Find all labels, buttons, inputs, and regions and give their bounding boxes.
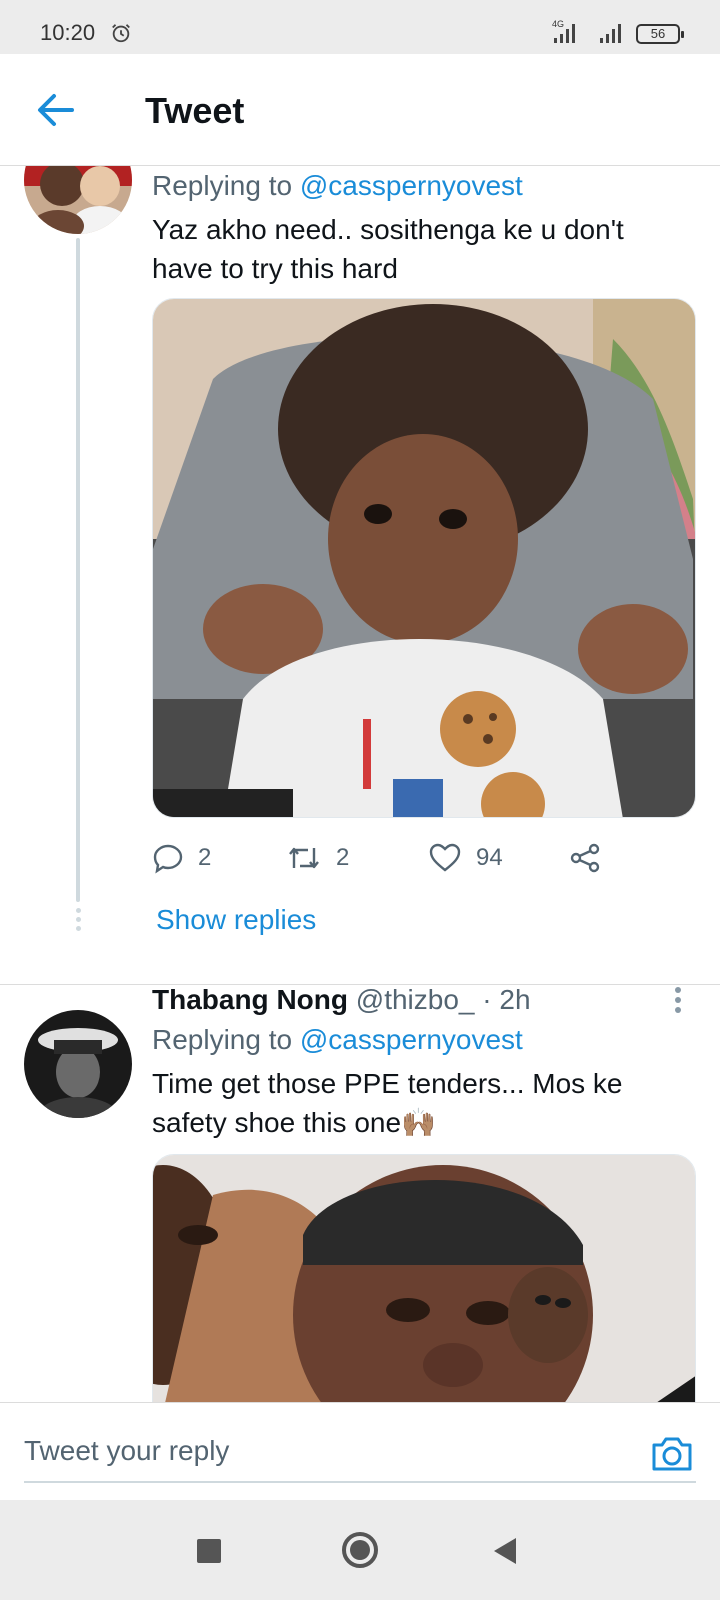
retweet-button[interactable]: 2 xyxy=(286,838,349,878)
status-bar: 10:20 4G 56 xyxy=(0,0,720,54)
system-nav-bar xyxy=(0,1500,720,1600)
show-replies-link[interactable]: Show replies xyxy=(156,904,316,936)
back-nav-icon[interactable] xyxy=(492,1536,518,1566)
reply-button[interactable]: 2 xyxy=(152,838,211,878)
tweet-media-image[interactable] xyxy=(152,298,696,818)
replying-prefix: Replying to xyxy=(152,170,293,201)
home-icon[interactable] xyxy=(340,1530,380,1570)
replying-to: Replying to @casspernyovest xyxy=(152,1024,523,1056)
signal-icon xyxy=(554,24,575,43)
like-button[interactable]: 94 xyxy=(428,838,503,878)
replying-to: Replying to @casspernyovest xyxy=(152,170,523,202)
tweet-media-image[interactable] xyxy=(152,1154,696,1402)
reply-composer xyxy=(0,1402,720,1500)
author-handle[interactable]: @thizbo_ xyxy=(356,984,475,1015)
retweet-icon xyxy=(289,847,319,869)
status-time: 10:20 xyxy=(40,20,96,45)
battery-indicator: 56 xyxy=(636,24,684,44)
share-button[interactable] xyxy=(568,838,616,878)
reply-input[interactable] xyxy=(24,1421,696,1483)
more-options-icon[interactable] xyxy=(668,984,688,1016)
alarm-icon xyxy=(112,24,130,43)
thread-dots xyxy=(74,908,82,935)
signal-icon-2 xyxy=(600,24,621,43)
tweet-feed[interactable]: Replying to @casspernyovest Yaz akho nee… xyxy=(0,166,720,1402)
replying-handle-link[interactable]: @casspernyovest xyxy=(300,1024,523,1055)
share-icon xyxy=(570,843,600,873)
recent-apps-icon[interactable] xyxy=(196,1538,222,1564)
avatar[interactable] xyxy=(24,1010,132,1118)
tweet-text: Yaz akho need.. sosithenga ke u don't ha… xyxy=(152,214,624,284)
replying-prefix: Replying to xyxy=(152,1024,293,1055)
page-title: Tweet xyxy=(145,90,245,131)
avatar[interactable] xyxy=(24,166,132,234)
tweet-author-line: Thabang Nong @thizbo_ · 2h xyxy=(152,982,531,1016)
retweet-count: 2 xyxy=(336,844,350,871)
tweet-time: · 2h xyxy=(482,984,531,1015)
author-display-name[interactable]: Thabang Nong xyxy=(152,984,348,1015)
reply-count: 2 xyxy=(198,844,212,871)
back-arrow-icon[interactable] xyxy=(34,90,78,130)
replying-handle-link[interactable]: @casspernyovest xyxy=(300,170,523,201)
thread-line xyxy=(76,238,80,902)
tweet-text: Time get those PPE tenders... Mos ke saf… xyxy=(152,1068,623,1138)
camera-icon[interactable] xyxy=(650,1433,694,1473)
app-header: Tweet xyxy=(0,54,720,166)
tweet-actions: 2 2 94 xyxy=(152,838,622,878)
like-count: 94 xyxy=(476,844,503,871)
reply-icon xyxy=(153,844,183,874)
heart-icon xyxy=(429,843,461,872)
